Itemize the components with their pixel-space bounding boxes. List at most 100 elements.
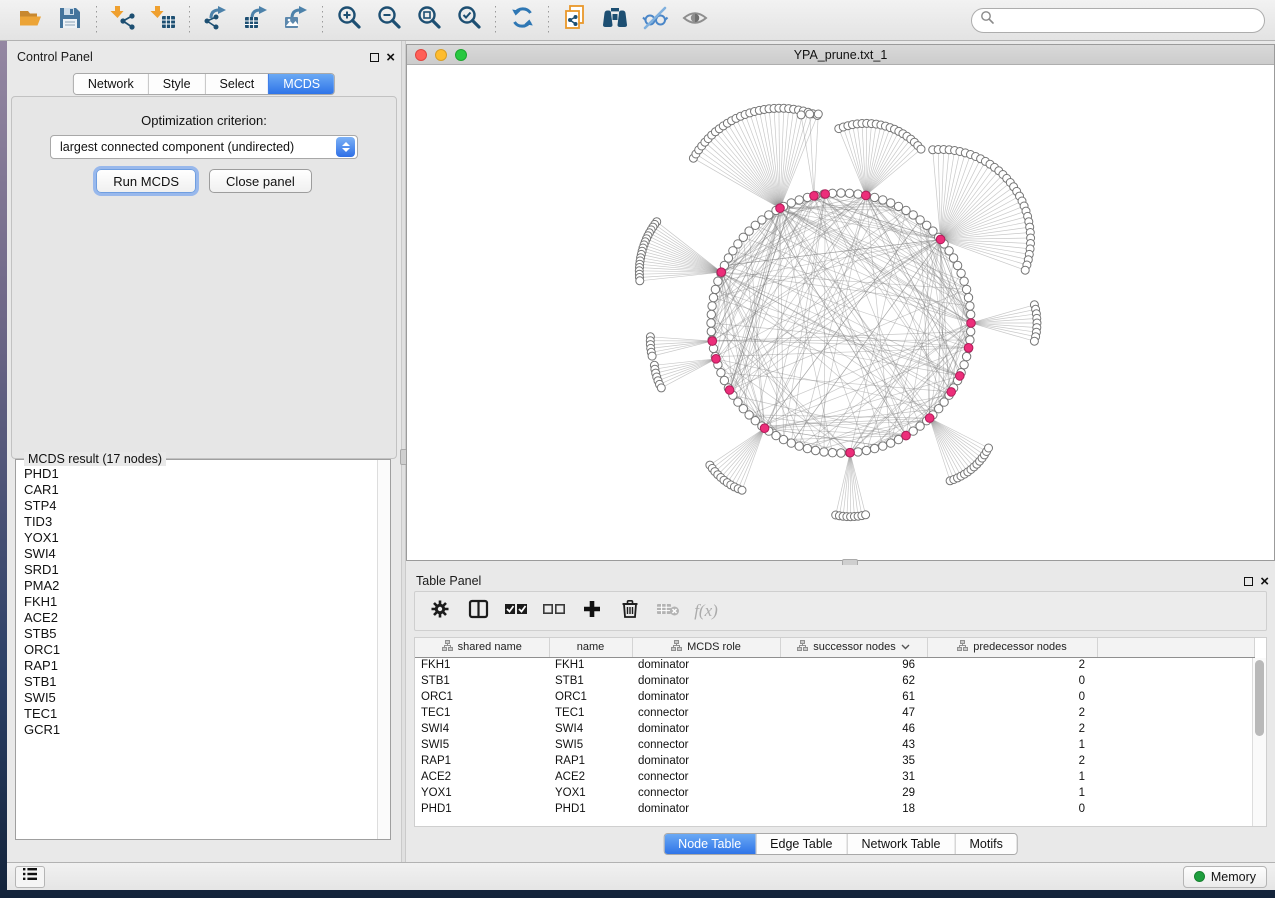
result-node-item[interactable]: YOX1 bbox=[24, 530, 377, 546]
glasses-slash-icon bbox=[641, 4, 669, 37]
mcds-hub-node bbox=[810, 192, 819, 201]
search-box[interactable] bbox=[971, 8, 1265, 33]
column-header-shared-name[interactable]: shared name bbox=[415, 638, 549, 657]
result-node-item[interactable]: TID3 bbox=[24, 514, 377, 530]
memory-button[interactable]: Memory bbox=[1183, 866, 1267, 888]
export-table-button[interactable] bbox=[236, 3, 276, 37]
tab-network-table[interactable]: Network Table bbox=[847, 834, 955, 854]
table-row[interactable]: STB1STB1dominator620 bbox=[415, 673, 1255, 689]
table-row[interactable]: SWI5SWI5connector431 bbox=[415, 737, 1255, 753]
table-row[interactable]: SWI4SWI4dominator462 bbox=[415, 721, 1255, 737]
table-row[interactable]: ORC1ORC1dominator610 bbox=[415, 689, 1255, 705]
table-settings-button[interactable] bbox=[423, 595, 457, 627]
share-document-button[interactable] bbox=[555, 3, 595, 37]
function-builder-button[interactable]: f(x) bbox=[689, 595, 723, 627]
export-network-button[interactable] bbox=[196, 3, 236, 37]
deselect-all-button[interactable] bbox=[537, 595, 571, 627]
result-node-item[interactable]: FKH1 bbox=[24, 594, 377, 610]
eye-icon bbox=[681, 4, 709, 37]
zoom-in-button[interactable] bbox=[329, 3, 369, 37]
close-panel-icon[interactable]: × bbox=[386, 53, 395, 62]
table-panel: Table Panel × f(x) bbox=[406, 565, 1275, 862]
result-node-item[interactable]: ACE2 bbox=[24, 610, 377, 626]
result-node-item[interactable]: TEC1 bbox=[24, 706, 377, 722]
columns-icon bbox=[468, 599, 489, 624]
show-columns-button[interactable] bbox=[461, 595, 495, 627]
table-row[interactable]: ACE2ACE2connector311 bbox=[415, 769, 1255, 785]
network-canvas[interactable] bbox=[407, 65, 1274, 560]
close-panel-button[interactable]: Close panel bbox=[209, 169, 312, 193]
column-header-MCDS-role[interactable]: MCDS role bbox=[632, 638, 780, 657]
show-graphics-details-button[interactable] bbox=[675, 3, 715, 37]
result-node-item[interactable]: CAR1 bbox=[24, 482, 377, 498]
tab-motifs[interactable]: Motifs bbox=[954, 834, 1016, 854]
scrollbar-thumb[interactable] bbox=[1255, 660, 1264, 736]
control-panel-title: Control Panel bbox=[17, 50, 93, 64]
search-input[interactable] bbox=[995, 13, 1256, 27]
result-node-item[interactable]: ORC1 bbox=[24, 642, 377, 658]
result-node-item[interactable]: SRD1 bbox=[24, 562, 377, 578]
float-panel-icon[interactable] bbox=[370, 53, 379, 62]
export-image-button[interactable] bbox=[276, 3, 316, 37]
result-node-item[interactable]: PMA2 bbox=[24, 578, 377, 594]
result-scrollbar[interactable] bbox=[377, 460, 390, 839]
criterion-dropdown[interactable]: largest connected component (undirected) bbox=[50, 135, 358, 159]
task-history-button[interactable] bbox=[15, 866, 45, 888]
network-window-titlebar[interactable]: YPA_prune.txt_1 bbox=[407, 45, 1274, 65]
import-table-button[interactable] bbox=[143, 3, 183, 37]
zoom-selected-button[interactable] bbox=[449, 3, 489, 37]
tab-node-table[interactable]: Node Table bbox=[664, 834, 755, 854]
node-table-grid[interactable]: shared namenameMCDS rolesuccessor nodesp… bbox=[415, 638, 1255, 817]
mcds-hub-node bbox=[846, 448, 855, 457]
mcds-hub-node bbox=[925, 414, 934, 423]
column-header-predecessor-nodes[interactable]: predecessor nodes bbox=[927, 638, 1097, 657]
zoom-out-button[interactable] bbox=[369, 3, 409, 37]
select-all-button[interactable] bbox=[499, 595, 533, 627]
result-node-item[interactable]: PHD1 bbox=[24, 466, 377, 482]
result-node-item[interactable]: GCR1 bbox=[24, 722, 377, 738]
column-header-name[interactable]: name bbox=[549, 638, 632, 657]
refresh-view-button[interactable] bbox=[502, 3, 542, 37]
table-toolbar: f(x) bbox=[414, 591, 1267, 631]
result-node-item[interactable]: SWI5 bbox=[24, 690, 377, 706]
add-column-button[interactable] bbox=[575, 595, 609, 627]
memory-status-icon bbox=[1194, 871, 1205, 882]
app-main: Control Panel × NetworkStyleSelectMCDS O… bbox=[7, 41, 1275, 890]
result-node-item[interactable]: RAP1 bbox=[24, 658, 377, 674]
close-panel-icon[interactable]: × bbox=[1260, 577, 1269, 586]
toolbar-separator bbox=[96, 6, 97, 34]
tab-mcds[interactable]: MCDS bbox=[268, 74, 334, 94]
table-panel-tabs: Node TableEdge TableNetwork TableMotifs bbox=[663, 833, 1018, 855]
column-header-successor-nodes[interactable]: successor nodes bbox=[780, 638, 927, 657]
export-network-icon bbox=[203, 4, 230, 36]
mcds-hub-node bbox=[862, 191, 871, 200]
open-file-button[interactable] bbox=[10, 3, 50, 37]
zoom-fit-button[interactable] bbox=[409, 3, 449, 37]
result-node-item[interactable]: STB1 bbox=[24, 674, 377, 690]
table-row[interactable]: PHD1PHD1dominator180 bbox=[415, 801, 1255, 817]
task-list-icon bbox=[22, 867, 38, 886]
tab-edge-table[interactable]: Edge Table bbox=[755, 834, 846, 854]
delete-table-button[interactable] bbox=[651, 595, 685, 627]
zoom-in-icon bbox=[336, 4, 363, 36]
import-network-button[interactable] bbox=[103, 3, 143, 37]
run-mcds-button[interactable]: Run MCDS bbox=[96, 169, 196, 193]
float-panel-icon[interactable] bbox=[1244, 577, 1253, 586]
save-session-button[interactable] bbox=[50, 3, 90, 37]
table-row[interactable]: RAP1RAP1dominator352 bbox=[415, 753, 1255, 769]
table-row[interactable]: TEC1TEC1connector472 bbox=[415, 705, 1255, 721]
search-network-button[interactable] bbox=[595, 3, 635, 37]
mcds-result-list[interactable]: PHD1CAR1STP4TID3YOX1SWI4SRD1PMA2FKH1ACE2… bbox=[16, 466, 377, 839]
table-row[interactable]: YOX1YOX1connector291 bbox=[415, 785, 1255, 801]
result-node-item[interactable]: STP4 bbox=[24, 498, 377, 514]
tree-icon bbox=[957, 640, 968, 654]
tab-select[interactable]: Select bbox=[205, 74, 269, 94]
hide-graphics-details-button[interactable] bbox=[635, 3, 675, 37]
table-row[interactable]: FKH1FKH1dominator962 bbox=[415, 657, 1255, 673]
tab-style[interactable]: Style bbox=[148, 74, 205, 94]
tab-network[interactable]: Network bbox=[74, 74, 148, 94]
result-node-item[interactable]: SWI4 bbox=[24, 546, 377, 562]
result-node-item[interactable]: STB5 bbox=[24, 626, 377, 642]
table-scrollbar[interactable] bbox=[1252, 658, 1266, 826]
delete-column-button[interactable] bbox=[613, 595, 647, 627]
